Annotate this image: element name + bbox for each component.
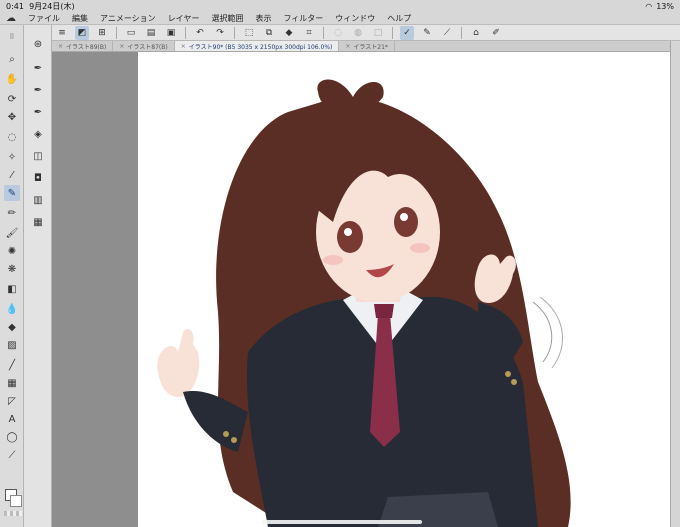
close-icon[interactable]: ×	[119, 43, 124, 50]
lasso-tool-icon[interactable]: ◌	[4, 129, 20, 145]
menu-filter[interactable]: フィルター	[277, 13, 329, 24]
command-bar: ≡ ◩ ⊞ ▭ ▤ ▣ ↶ ↷ ⬚ ⧉ ◆ ⌗ ◌ ◍ □ ✓ ✎ ⟋ ⌂ ✐	[0, 25, 680, 41]
menu-bar: ☁ ファイル 編集 アニメーション レイヤー 選択範囲 表示 フィルター ウィン…	[0, 12, 680, 25]
pen-pressure-icon[interactable]: ✎	[420, 26, 434, 40]
sub-tool-texture-icon[interactable]: ▥	[29, 191, 47, 209]
grip-icon[interactable]: ⠿	[4, 29, 20, 45]
zoom-tool-icon[interactable]: ⌕	[4, 51, 20, 67]
toolbar-divider	[461, 26, 462, 39]
right-panel[interactable]	[670, 41, 680, 527]
pen-tool-icon[interactable]: ✎	[4, 185, 20, 201]
gradient-tool-icon[interactable]: ▨	[4, 337, 20, 353]
toolbar-divider	[392, 26, 393, 39]
layer-toggle-icon[interactable]: ◩	[75, 25, 89, 40]
close-icon[interactable]: ×	[181, 43, 186, 50]
brush-settings-icon[interactable]: ✐	[489, 26, 503, 40]
tab-label: イラスト89(B)	[66, 43, 107, 51]
tab-document[interactable]: × イラスト21*	[339, 41, 395, 51]
menu-selection[interactable]: 選択範囲	[205, 13, 249, 24]
menu-window[interactable]: ウィンドウ	[329, 13, 381, 24]
drawing-canvas[interactable]	[138, 52, 670, 527]
airbrush-tool-icon[interactable]: ✺	[4, 243, 20, 259]
menu-edit[interactable]: 編集	[66, 13, 94, 24]
tab-document-active[interactable]: × イラスト90* (B5 3035 x 2150px 300dpi 106.0%…	[174, 41, 340, 51]
illustration	[157, 79, 571, 527]
selection-mode-icon[interactable]: ◌	[331, 26, 345, 40]
sub-tool-marker-icon[interactable]: ◘	[29, 169, 47, 187]
open-folder-icon[interactable]: ▤	[144, 26, 158, 40]
menu-animation[interactable]: アニメーション	[94, 13, 162, 24]
move-tool-icon[interactable]: ✥	[4, 109, 20, 125]
magic-wand-icon[interactable]: ✧	[4, 149, 20, 165]
tab-document[interactable]: × イラスト89(B)	[52, 41, 114, 51]
brush-tool-icon[interactable]: 🖌	[4, 225, 20, 241]
document-tabs: × イラスト89(B) × イラスト87(B) × イラスト90* (B5 3035 …	[52, 41, 680, 52]
fill-tool-icon[interactable]: ◆	[4, 319, 20, 335]
menu-help[interactable]: ヘルプ	[381, 13, 417, 24]
wifi-icon: ◠	[645, 1, 653, 11]
blend-tool-icon[interactable]: 💧	[4, 301, 20, 317]
toolbar-divider	[323, 26, 324, 39]
pencil-tool-icon[interactable]: ✏	[4, 205, 20, 221]
deselect-icon[interactable]: ⬚	[242, 26, 256, 40]
sub-tool-stack-icon[interactable]: ◫	[29, 147, 47, 165]
canvas-area[interactable]	[52, 52, 670, 527]
app-logo-icon[interactable]: ☁	[0, 13, 22, 24]
stabilizer-icon[interactable]: ✓	[400, 25, 414, 40]
reference-icon[interactable]: ⌂	[469, 26, 483, 40]
status-bar: 0:41 9月24日(木) ◠ 13%	[0, 0, 680, 12]
figure-tool-icon[interactable]: ╱	[4, 357, 20, 373]
toolbar-divider	[234, 26, 235, 39]
sub-tool-menu-icon[interactable]: ⊛	[29, 35, 47, 53]
decoration-tool-icon[interactable]: ❋	[4, 261, 20, 277]
ruler-tool-icon[interactable]: ◸	[4, 393, 20, 409]
sub-color-swatch[interactable]	[10, 495, 22, 507]
fill-icon[interactable]: ◆	[282, 26, 296, 40]
save-icon[interactable]: ▣	[164, 26, 178, 40]
undo-icon[interactable]: ↶	[193, 26, 207, 40]
menu-list-icon[interactable]: ≡	[55, 26, 69, 40]
vector-icon[interactable]: ⟋	[440, 26, 454, 40]
close-icon[interactable]: ×	[58, 43, 63, 50]
sub-tool-layers-icon[interactable]: ◈	[29, 125, 47, 143]
transform-icon[interactable]: ⌗	[302, 26, 316, 40]
frame-tool-icon[interactable]: ▦	[4, 375, 20, 391]
new-file-icon[interactable]: ▭	[124, 26, 138, 40]
toolbar-divider	[116, 26, 117, 39]
battery-percent: 13%	[656, 1, 674, 11]
correction-tool-icon[interactable]: ⟋	[4, 447, 20, 463]
tab-label: イラスト21*	[353, 43, 388, 51]
sub-tool-mapping-pen-icon[interactable]: ✒	[29, 81, 47, 99]
eyedropper-icon[interactable]: ⁄	[4, 167, 20, 183]
sub-tool-turnip-pen-icon[interactable]: ✒	[29, 103, 47, 121]
tab-document[interactable]: × イラスト87(B)	[113, 41, 175, 51]
menu-layer[interactable]: レイヤー	[162, 13, 206, 24]
status-date: 9月24日(木)	[29, 1, 75, 11]
sub-tool-pattern-icon[interactable]: ▦	[29, 213, 47, 231]
tab-label: イラスト90* (B5 3035 x 2150px 300dpi 106.0%)	[188, 43, 333, 51]
close-icon[interactable]: ×	[345, 43, 350, 50]
tool-palette: ⠿ ⌕ ✋ ⟳ ✥ ◌ ✧ ⁄ ✎ ✏ 🖌 ✺ ❋ ◧ 💧 ◆ ▨ ╱ ▦ ◸ …	[0, 25, 24, 527]
copy-icon[interactable]: ⧉	[262, 26, 276, 40]
menu-file[interactable]: ファイル	[22, 13, 66, 24]
balloon-tool-icon[interactable]: ◯	[4, 429, 20, 445]
rotate-tool-icon[interactable]: ⟳	[4, 91, 20, 107]
text-tool-icon[interactable]: A	[4, 411, 20, 427]
sub-tool-palette: ⊛ ✒ ✒ ✒ ◈ ◫ ◘ ▥ ▦	[24, 25, 52, 527]
redo-icon[interactable]: ↷	[213, 26, 227, 40]
status-time: 0:41	[6, 1, 24, 11]
hand-tool-icon[interactable]: ✋	[4, 71, 20, 87]
home-indicator[interactable]	[262, 520, 422, 524]
toolbar-divider	[185, 26, 186, 39]
eraser-tool-icon[interactable]: ◧	[4, 281, 20, 297]
menu-view[interactable]: 表示	[249, 13, 277, 24]
tab-label: イラスト87(B)	[127, 43, 168, 51]
transparent-color-swatch[interactable]	[4, 511, 22, 516]
quick-access-icon[interactable]: ⊞	[95, 26, 109, 40]
sub-tool-gpen-icon[interactable]: ✒	[29, 59, 47, 77]
selection-sub-icon[interactable]: □	[371, 26, 385, 40]
selection-add-icon[interactable]: ◍	[351, 26, 365, 40]
color-swatches[interactable]	[2, 489, 22, 519]
